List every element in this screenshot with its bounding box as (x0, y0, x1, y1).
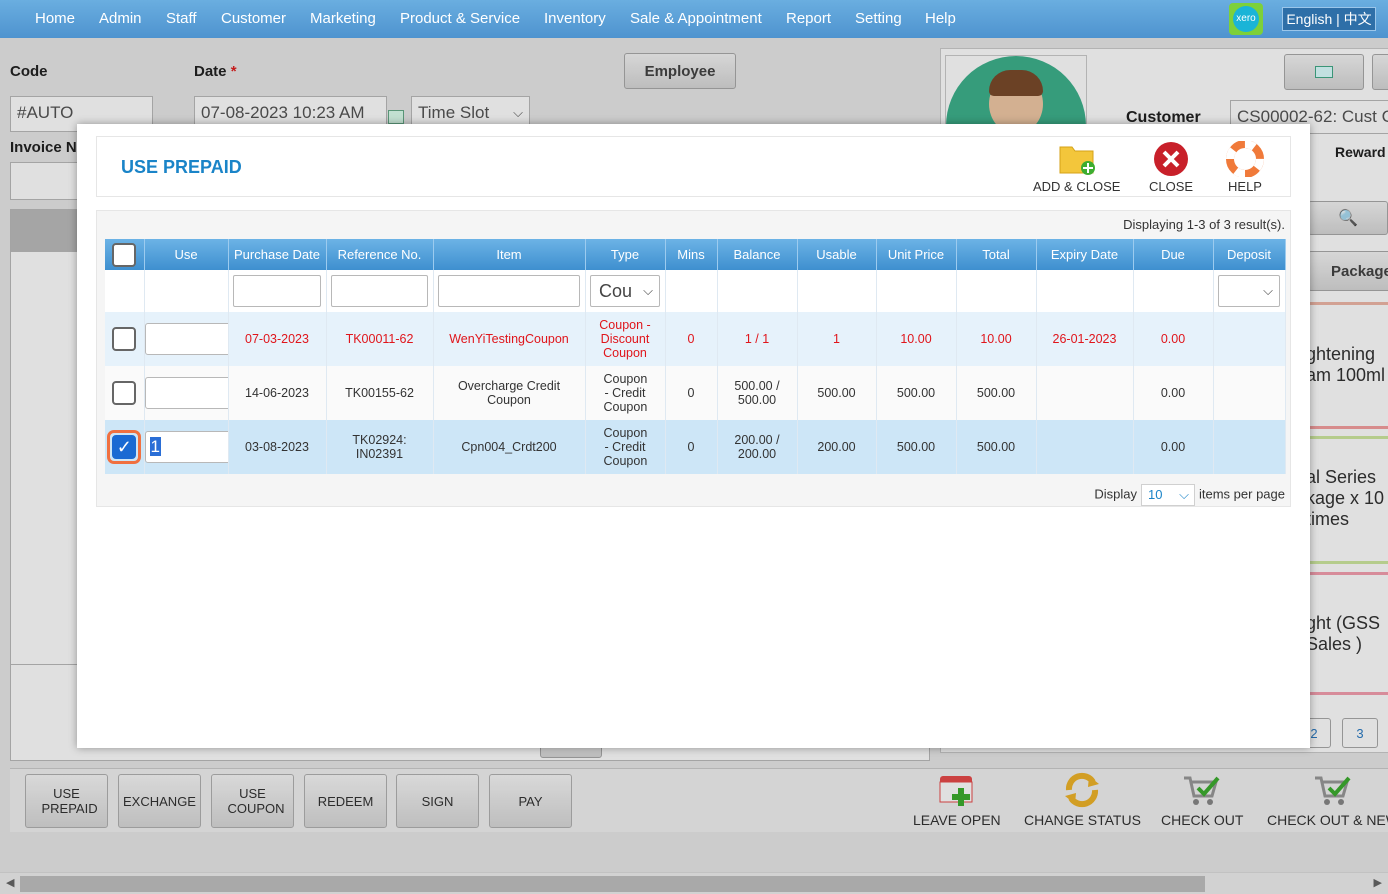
chevron-down-icon: ⌵ (1263, 283, 1273, 298)
col-use[interactable]: Use (144, 239, 229, 270)
use-quantity-input[interactable] (144, 323, 231, 355)
col-unit-price[interactable]: Unit Price (876, 239, 957, 270)
col-type[interactable]: Type (585, 239, 666, 270)
nav-inventory[interactable]: Inventory (544, 10, 606, 27)
col-mins[interactable]: Mins (665, 239, 718, 270)
expiry-date-cell (1036, 420, 1134, 474)
balance-cell: 1 / 1 (717, 312, 798, 366)
purchase-date-cell: 14-06-2023 (228, 366, 327, 420)
mins-cell: 0 (665, 366, 718, 420)
unit-price-cell: 500.00 (876, 366, 957, 420)
language-switch[interactable]: English | 中文 (1282, 7, 1376, 31)
total-cell: 500.00 (956, 366, 1037, 420)
reference-filter[interactable] (331, 275, 428, 307)
row-checkbox[interactable] (112, 327, 137, 351)
table-row[interactable]: 07-03-2023 TK00011-62 WenYiTestingCoupon… (105, 312, 1286, 366)
nav-staff[interactable]: Staff (166, 10, 197, 27)
items-per-page-select[interactable]: 10 ⌵ (1141, 484, 1195, 506)
reference-cell: TK00011-62 (326, 312, 434, 366)
table-header: Use Purchase Date Reference No. Item Typ… (105, 239, 1286, 270)
row-checkbox-focus: ✓ (107, 430, 142, 464)
col-deposit[interactable]: Deposit (1213, 239, 1286, 270)
item-cell: WenYiTestingCoupon (433, 312, 586, 366)
col-expiry-date[interactable]: Expiry Date (1036, 239, 1134, 270)
type-cell: Coupon - Credit Coupon (585, 420, 666, 474)
due-cell: 0.00 (1133, 312, 1214, 366)
type-cell: Coupon - Credit Coupon (585, 366, 666, 420)
use-quantity-input[interactable]: 1 (144, 431, 231, 463)
top-nav: Home Admin Staff Customer Marketing Prod… (0, 0, 1388, 38)
table-row[interactable]: 14-06-2023 TK00155-62 Overcharge Credit … (105, 366, 1286, 420)
due-cell: 0.00 (1133, 420, 1214, 474)
nav-customer[interactable]: Customer (221, 10, 286, 27)
chevron-down-icon: ⌵ (643, 283, 653, 298)
col-balance[interactable]: Balance (717, 239, 798, 270)
pager: Display 10 ⌵ items per page (1094, 484, 1285, 506)
col-total[interactable]: Total (956, 239, 1037, 270)
deposit-cell (1213, 366, 1286, 420)
use-quantity-input[interactable] (144, 377, 231, 409)
row-checkbox[interactable]: ✓ (112, 435, 137, 459)
expiry-date-cell: 26-01-2023 (1036, 312, 1134, 366)
select-all-checkbox[interactable] (112, 242, 137, 267)
result-count: Displaying 1-3 of 3 result(s). (1123, 217, 1285, 232)
unit-price-cell: 500.00 (876, 420, 957, 474)
col-usable[interactable]: Usable (797, 239, 877, 270)
col-item[interactable]: Item (433, 239, 586, 270)
type-filter-select[interactable]: Cou ⌵ (590, 275, 660, 307)
close-icon (1154, 142, 1189, 176)
nav-setting[interactable]: Setting (855, 10, 902, 27)
mins-cell: 0 (665, 420, 718, 474)
nav-product-service[interactable]: Product & Service (400, 10, 520, 27)
mins-cell: 0 (665, 312, 718, 366)
nav-sale-appointment[interactable]: Sale & Appointment (630, 10, 762, 27)
table-row[interactable]: ✓ 1 03-08-2023 TK02924: IN02391 Cpn004_C… (105, 420, 1286, 474)
xero-icon[interactable]: xero (1229, 3, 1263, 35)
prepaid-table: Use Purchase Date Reference No. Item Typ… (105, 239, 1286, 474)
filter-row: Cou ⌵ ⌵ (105, 270, 1286, 312)
item-cell: Cpn004_Crdt200 (433, 420, 586, 474)
select-all-header (105, 239, 145, 270)
nav-home[interactable]: Home (35, 10, 75, 27)
add-close-button[interactable]: ADD & CLOSE (1033, 141, 1120, 194)
item-filter[interactable] (438, 275, 580, 307)
chevron-down-icon: ⌵ (1179, 487, 1189, 502)
total-cell: 500.00 (956, 420, 1037, 474)
modal-title: USE PREPAID (121, 157, 242, 177)
nav-help[interactable]: Help (925, 10, 956, 27)
usable-cell: 500.00 (797, 366, 877, 420)
deposit-filter-select[interactable]: ⌵ (1218, 275, 1280, 307)
modal-body: Displaying 1-3 of 3 result(s). Use Purch… (96, 210, 1291, 507)
deposit-cell (1213, 420, 1286, 474)
nav-admin[interactable]: Admin (99, 10, 142, 27)
col-purchase-date[interactable]: Purchase Date (228, 239, 327, 270)
nav-marketing[interactable]: Marketing (310, 10, 376, 27)
item-cell: Overcharge Credit Coupon (433, 366, 586, 420)
unit-price-cell: 10.00 (876, 312, 957, 366)
col-reference[interactable]: Reference No. (326, 239, 434, 270)
balance-cell: 500.00 / 500.00 (717, 366, 798, 420)
row-checkbox[interactable] (112, 381, 137, 405)
purchase-date-cell: 03-08-2023 (228, 420, 327, 474)
reference-cell: TK02924: IN02391 (326, 420, 434, 474)
nav-report[interactable]: Report (786, 10, 831, 27)
modal-header: USE PREPAID ADD & CLOSE CLOSE HELP (96, 136, 1291, 197)
balance-cell: 200.00 / 200.00 (717, 420, 798, 474)
help-button[interactable]: HELP (1225, 141, 1265, 194)
purchase-date-cell: 07-03-2023 (228, 312, 327, 366)
lifebuoy-icon (1226, 141, 1264, 177)
expiry-date-cell (1036, 366, 1134, 420)
folder-add-icon (1059, 146, 1095, 175)
usable-cell: 1 (797, 312, 877, 366)
col-due[interactable]: Due (1133, 239, 1214, 270)
usable-cell: 200.00 (797, 420, 877, 474)
close-button[interactable]: CLOSE (1149, 141, 1193, 194)
use-prepaid-modal: USE PREPAID ADD & CLOSE CLOSE HELP Displ… (77, 124, 1310, 748)
purchase-date-filter[interactable] (233, 275, 321, 307)
due-cell: 0.00 (1133, 366, 1214, 420)
type-cell: Coupon - Discount Coupon (585, 312, 666, 366)
deposit-cell (1213, 312, 1286, 366)
total-cell: 10.00 (956, 312, 1037, 366)
reference-cell: TK00155-62 (326, 366, 434, 420)
